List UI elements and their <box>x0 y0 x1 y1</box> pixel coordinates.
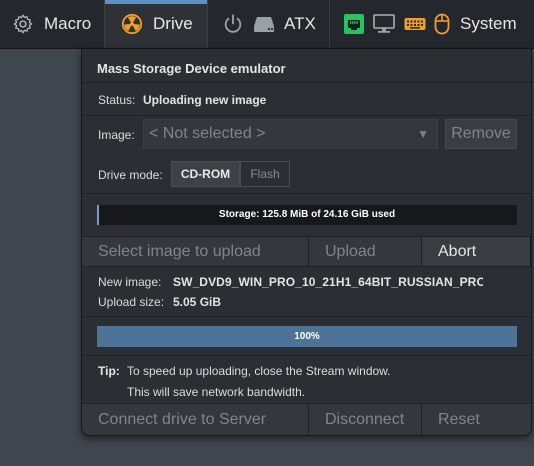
disconnect-button[interactable]: Disconnect <box>308 403 421 435</box>
mode-flash-button[interactable]: Flash <box>240 161 290 187</box>
upload-size-label: Upload size: <box>98 295 165 309</box>
radiation-icon <box>121 13 143 35</box>
gear-icon <box>12 13 34 35</box>
tip-line-1: To speed up uploading, close the Stream … <box>127 364 391 378</box>
mode-cdrom-button[interactable]: CD-ROM <box>171 161 240 187</box>
new-image-value: SW_DVD9_WIN_PRO_10_21H1_64BIT_RUSSIAN_PR… <box>173 275 483 289</box>
panel-title: Mass Storage Device emulator <box>97 61 286 76</box>
mouse-icon <box>434 13 450 35</box>
select-image-button[interactable]: Select image to upload <box>82 236 308 267</box>
menu-atx-label: ATX <box>284 14 316 33</box>
remove-button[interactable]: Remove <box>445 119 517 149</box>
drive-panel: Mass Storage Device emulator Status: Upl… <box>81 49 532 436</box>
new-image-label: New image: <box>98 275 162 289</box>
top-menu-bar: Macro Drive ATX System <box>0 0 534 49</box>
menu-system-label: System <box>460 14 517 33</box>
hdd-icon <box>252 13 276 35</box>
status-value: Uploading new image <box>143 93 267 107</box>
reset-button[interactable]: Reset <box>421 403 531 435</box>
tip-label: Tip: <box>98 364 120 378</box>
image-label: Image: <box>98 128 135 142</box>
chevron-down-icon: ▼ <box>417 127 429 141</box>
divider <box>82 115 531 116</box>
keyboard-icon <box>404 14 426 34</box>
tip-line-2: This will save network bandwidth. <box>127 385 306 399</box>
status-label: Status: <box>98 93 136 107</box>
divider <box>82 355 531 356</box>
ethernet-icon <box>344 14 364 34</box>
monitor-icon <box>373 14 395 34</box>
upload-button[interactable]: Upload <box>308 236 421 267</box>
divider <box>82 82 531 83</box>
connect-drive-button[interactable]: Connect drive to Server <box>82 403 308 435</box>
menu-drive-label: Drive <box>153 14 193 33</box>
drive-mode-label: Drive mode: <box>98 168 163 182</box>
menu-macro-label: Macro <box>44 14 92 33</box>
storage-text: Storage: 125.8 MiB of 24.16 GiB used <box>218 209 396 220</box>
menu-system[interactable]: System <box>329 0 534 48</box>
image-select-value: < Not selected > <box>149 125 266 142</box>
divider <box>82 193 531 194</box>
power-icon <box>222 13 244 35</box>
abort-button[interactable]: Abort <box>421 236 531 267</box>
menu-drive[interactable]: Drive <box>104 0 207 48</box>
progress-text: 100% <box>294 331 320 342</box>
image-select[interactable]: < Not selected > ▼ <box>143 119 438 149</box>
storage-bar: Storage: 125.8 MiB of 24.16 GiB used <box>97 205 517 225</box>
upload-progress-bar: 100% <box>97 326 517 347</box>
upload-size-value: 5.05 GiB <box>173 295 222 309</box>
divider <box>82 316 531 317</box>
menu-macro[interactable]: Macro <box>0 0 104 48</box>
menu-atx[interactable]: ATX <box>207 0 329 48</box>
